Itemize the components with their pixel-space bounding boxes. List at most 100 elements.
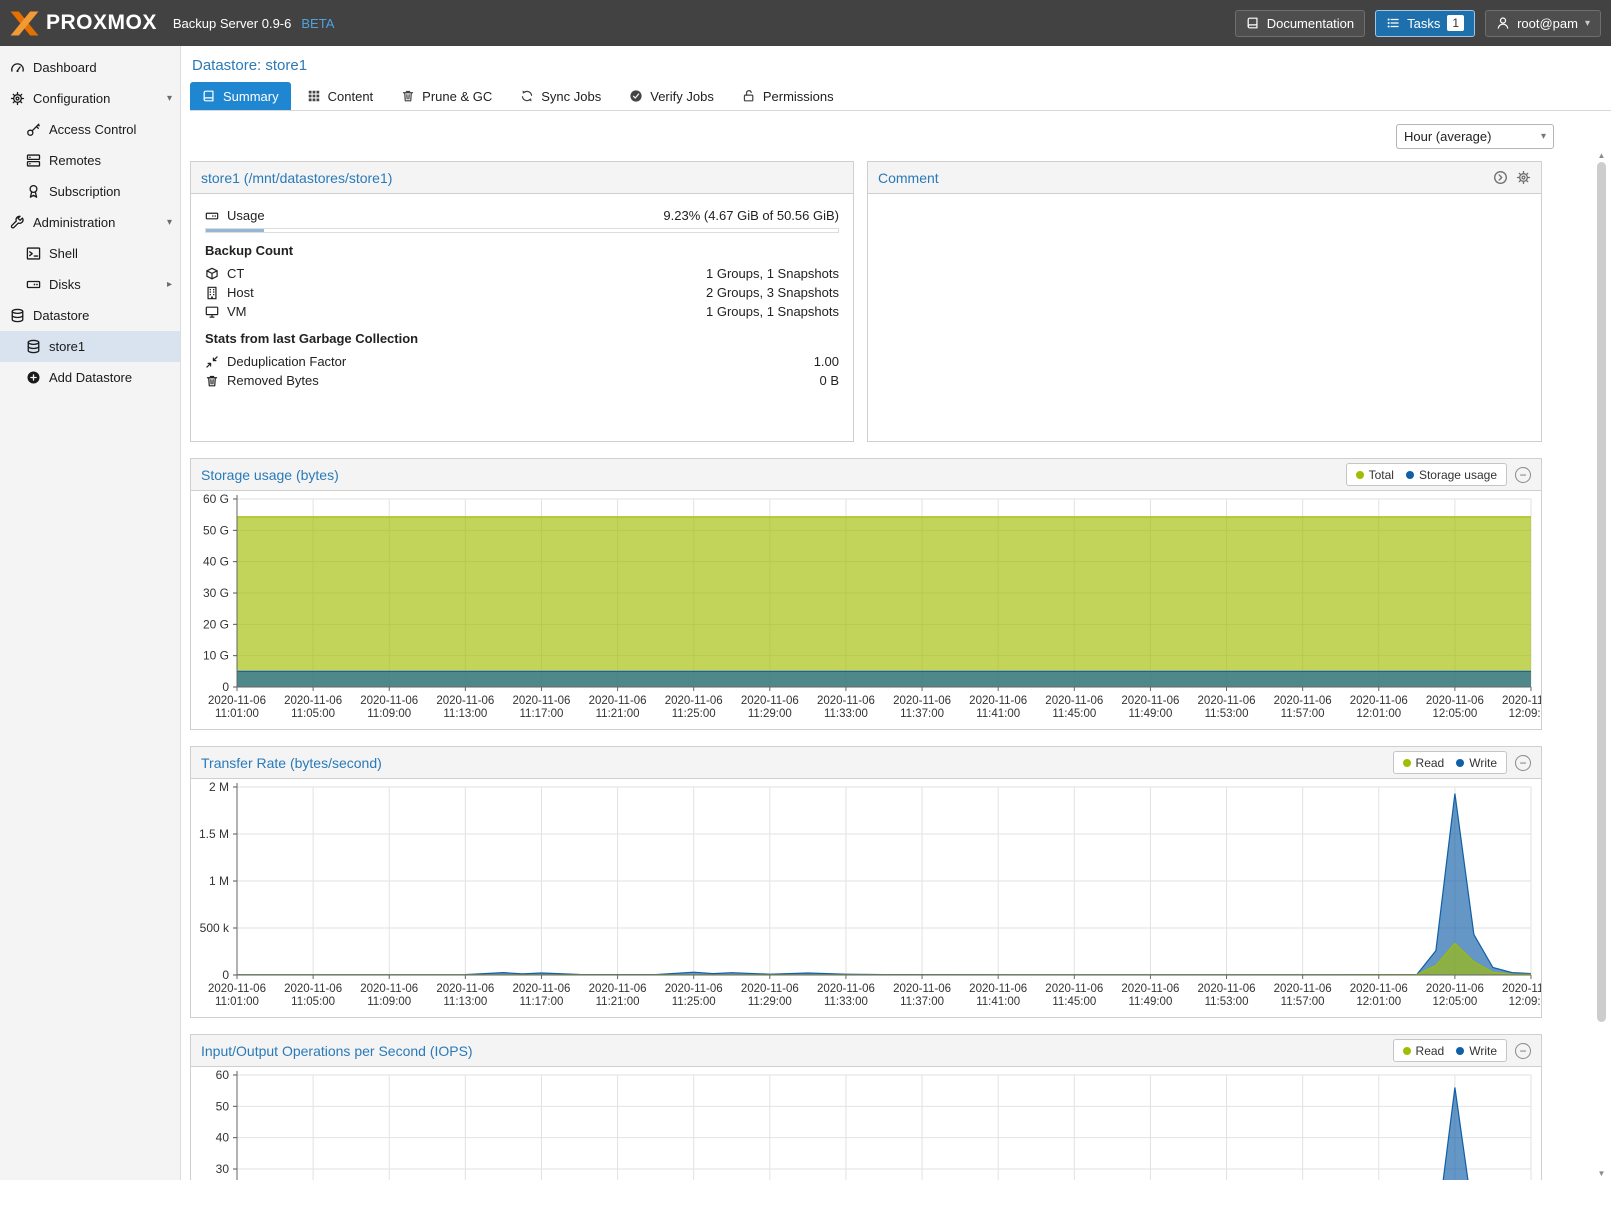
- legend-item-write[interactable]: Write: [1456, 1044, 1497, 1058]
- svg-text:2020-11-0611:37:00: 2020-11-0611:37:00: [893, 695, 951, 720]
- documentation-button[interactable]: Documentation: [1235, 10, 1365, 37]
- gc-stats-heading: Stats from last Garbage Collection: [205, 331, 839, 346]
- user-menu-button[interactable]: root@pam ▾: [1485, 10, 1601, 37]
- comment-body[interactable]: [868, 194, 1541, 218]
- scroll-up-arrow[interactable]: ▲: [1598, 150, 1606, 162]
- svg-text:20 G: 20 G: [203, 617, 229, 631]
- hdd-icon: [205, 209, 219, 223]
- svg-text:2020-11-0611:05:00: 2020-11-0611:05:00: [284, 983, 342, 1008]
- svg-text:2020-11-0611:41:00: 2020-11-0611:41:00: [969, 695, 1027, 720]
- comment-panel-header: Comment: [868, 162, 1541, 194]
- task-list-icon: [1386, 16, 1400, 30]
- svg-text:2020-11-0611:25:00: 2020-11-0611:25:00: [665, 983, 723, 1008]
- iops-panel: Input/Output Operations per Second (IOPS…: [190, 1034, 1542, 1180]
- legend-item-read[interactable]: Read: [1403, 756, 1445, 770]
- chart-legend: Total Storage usage: [1346, 463, 1507, 486]
- collapse-chart-icon[interactable]: −: [1515, 467, 1531, 483]
- chart-title: Storage usage (bytes): [201, 467, 339, 483]
- legend-dot: [1403, 759, 1411, 767]
- svg-text:2020-11-0611:17:00: 2020-11-0611:17:00: [512, 695, 570, 720]
- chart-title: Transfer Rate (bytes/second): [201, 755, 382, 771]
- timeframe-value: Hour (average): [1404, 129, 1491, 144]
- sidebar-item-datastore[interactable]: Datastore: [0, 300, 180, 331]
- summary-panel-header: store1 (/mnt/datastores/store1): [191, 162, 853, 194]
- iops-header: Input/Output Operations per Second (IOPS…: [191, 1035, 1541, 1067]
- add-circle-icon: [26, 370, 41, 385]
- storage-usage-header: Storage usage (bytes) Total Storage usag…: [191, 459, 1541, 491]
- sidebar-item-subscription[interactable]: Subscription: [0, 176, 180, 207]
- expander-collapsed-icon[interactable]: ▸: [167, 279, 172, 290]
- transfer-rate-panel: Transfer Rate (bytes/second) Read Write: [190, 746, 1542, 1018]
- vertical-scrollbar[interactable]: ▲ ▼: [1596, 150, 1607, 1180]
- scroll-down-arrow[interactable]: ▼: [1598, 1168, 1606, 1180]
- chart-legend: Read Write: [1393, 1039, 1507, 1062]
- sidebar-nav: Dashboard Configuration ▾ Access Control: [0, 46, 181, 1180]
- sidebar-item-store1[interactable]: store1: [0, 331, 180, 362]
- usage-row: Usage 9.23% (4.67 GiB of 50.56 GiB): [205, 206, 839, 225]
- dashboard-gauge-icon: [10, 60, 25, 75]
- svg-text:50 G: 50 G: [203, 523, 229, 537]
- sidebar-item-configuration[interactable]: Configuration ▾: [0, 83, 180, 114]
- svg-text:40: 40: [216, 1131, 230, 1145]
- svg-text:1 M: 1 M: [209, 874, 229, 888]
- sidebar-item-dashboard[interactable]: Dashboard: [0, 52, 180, 83]
- svg-text:2020-11-0611:13:00: 2020-11-0611:13:00: [436, 983, 494, 1008]
- svg-text:2020-11-0612:09:00: 2020-11-0612:09:00: [1502, 695, 1541, 720]
- sidebar-item-access-control[interactable]: Access Control: [0, 114, 180, 145]
- svg-text:2020-11-0612:05:00: 2020-11-0612:05:00: [1426, 695, 1484, 720]
- timeframe-select[interactable]: Hour (average) ▾: [1396, 124, 1554, 149]
- legend-item-write[interactable]: Write: [1456, 756, 1497, 770]
- svg-text:2020-11-0611:57:00: 2020-11-0611:57:00: [1274, 983, 1332, 1008]
- tab-verify-jobs[interactable]: Verify Jobs: [617, 82, 726, 110]
- svg-text:2020-11-0612:09:00: 2020-11-0612:09:00: [1502, 983, 1541, 1008]
- sidebar-item-add-datastore[interactable]: Add Datastore: [0, 362, 180, 393]
- collapse-chart-icon[interactable]: −: [1515, 755, 1531, 771]
- iops-chart: 60504030201002020-11-0611:01:002020-11-0…: [191, 1067, 1541, 1180]
- gear-icon[interactable]: [1516, 170, 1531, 185]
- transfer-rate-header: Transfer Rate (bytes/second) Read Write: [191, 747, 1541, 779]
- svg-text:50: 50: [216, 1099, 230, 1113]
- svg-text:30: 30: [216, 1162, 230, 1176]
- storage-usage-panel: Storage usage (bytes) Total Storage usag…: [190, 458, 1542, 730]
- svg-text:2020-11-0611:33:00: 2020-11-0611:33:00: [817, 983, 875, 1008]
- sidebar-item-remotes[interactable]: Remotes: [0, 145, 180, 176]
- expander-expanded-icon[interactable]: ▾: [167, 217, 172, 228]
- collapse-chart-icon[interactable]: −: [1515, 1043, 1531, 1059]
- tab-summary[interactable]: Summary: [190, 82, 291, 110]
- tab-content[interactable]: Content: [295, 82, 386, 110]
- legend-item-read[interactable]: Read: [1403, 1044, 1445, 1058]
- gears-icon: [10, 91, 25, 106]
- tasks-button[interactable]: Tasks 1: [1375, 10, 1475, 37]
- scrollbar-thumb[interactable]: [1597, 162, 1606, 1022]
- proxmox-logo: PROXMOX: [10, 11, 157, 36]
- tab-sync-jobs[interactable]: Sync Jobs: [508, 82, 613, 110]
- svg-text:2020-11-0611:01:00: 2020-11-0611:01:00: [208, 983, 266, 1008]
- main-content: Datastore: store1 Summary Content: [181, 46, 1611, 1180]
- beta-link[interactable]: BETA: [301, 16, 334, 31]
- svg-text:2 M: 2 M: [209, 780, 229, 794]
- expander-expanded-icon[interactable]: ▾: [167, 93, 172, 104]
- circle-chevron-icon[interactable]: [1493, 170, 1508, 185]
- tab-prune-gc[interactable]: Prune & GC: [389, 82, 504, 110]
- svg-text:2020-11-0611:05:00: 2020-11-0611:05:00: [284, 695, 342, 720]
- app-header: PROXMOX Backup Server 0.9-6 BETA Documen…: [0, 0, 1611, 46]
- sidebar-item-disks[interactable]: Disks ▸: [0, 269, 180, 300]
- svg-text:2020-11-0611:53:00: 2020-11-0611:53:00: [1198, 983, 1256, 1008]
- comment-panel: Comment: [867, 161, 1542, 442]
- summary-content: store1 (/mnt/datastores/store1) Usage 9.…: [190, 161, 1542, 1180]
- legend-item-total[interactable]: Total: [1356, 468, 1394, 482]
- legend-dot: [1456, 1047, 1464, 1055]
- datastore-summary-panel: store1 (/mnt/datastores/store1) Usage 9.…: [190, 161, 854, 442]
- usage-progressbar: [205, 228, 839, 233]
- sidebar-item-administration[interactable]: Administration ▾: [0, 207, 180, 238]
- legend-item-storage-usage[interactable]: Storage usage: [1406, 468, 1497, 482]
- brand-text: PROXMOX: [46, 11, 157, 35]
- tab-permissions[interactable]: Permissions: [730, 82, 846, 110]
- vm-row: VM 1 Groups, 1 Snapshots: [205, 302, 839, 321]
- svg-text:2020-11-0611:41:00: 2020-11-0611:41:00: [969, 983, 1027, 1008]
- server-icon: [26, 153, 41, 168]
- ct-row: CT 1 Groups, 1 Snapshots: [205, 264, 839, 283]
- svg-text:2020-11-0611:21:00: 2020-11-0611:21:00: [589, 983, 647, 1008]
- sidebar-item-shell[interactable]: Shell: [0, 238, 180, 269]
- book-icon: [1246, 16, 1260, 30]
